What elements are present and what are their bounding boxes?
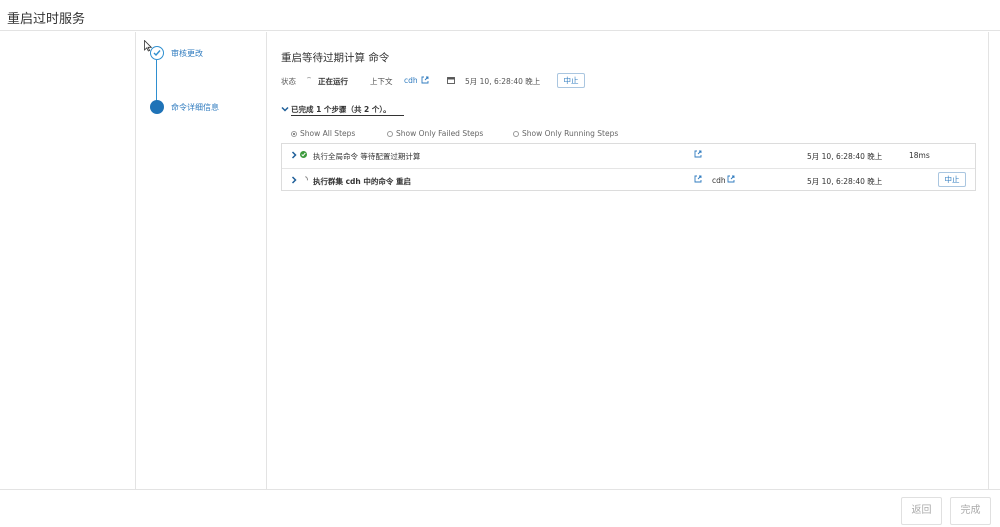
page-title: 重启过时服务 (7, 12, 86, 27)
filter-failed-steps[interactable]: Show Only Failed Steps (387, 129, 483, 138)
radio-selected-icon[interactable] (291, 131, 297, 137)
external-link-icon[interactable] (421, 76, 429, 84)
mouse-cursor-icon (144, 40, 152, 52)
command-start-time: 5月 10, 6:28:40 晚上 (465, 77, 541, 86)
command-title: 重启等待过期计算 命令 (281, 52, 390, 64)
step-context-link[interactable]: cdh (712, 176, 726, 185)
finish-button[interactable]: 完成 (950, 497, 991, 525)
right-divider (988, 32, 989, 489)
radio-icon[interactable] (513, 131, 519, 137)
success-check-icon (300, 151, 307, 158)
filter-all-label: Show All Steps (300, 129, 356, 138)
external-link-icon[interactable] (694, 175, 702, 183)
wizard-step-details-dot-icon (150, 100, 164, 114)
step-name: 执行群集 cdh 中的命令 重启 (313, 177, 411, 186)
left-blank-pane (0, 32, 136, 489)
wizard-step-review-label[interactable]: 审核更改 (171, 48, 203, 59)
context-link[interactable]: cdh (404, 76, 418, 85)
external-link-icon[interactable] (694, 150, 702, 158)
step-time: 5月 10, 6:28:40 晚上 (807, 177, 883, 186)
status-value: 正在运行 (318, 77, 348, 86)
external-link-icon[interactable] (727, 175, 735, 183)
table-row[interactable]: 执行群集 cdh 中的命令 重启 cdh 5月 10, 6:28:40 晚上 中… (282, 168, 975, 191)
filter-all-steps[interactable]: Show All Steps (291, 129, 355, 138)
window-header: 重启过时服务 (0, 0, 1000, 31)
table-row[interactable]: 执行全局命令 等待配置过期计算 5月 10, 6:28:40 晚上 18ms (282, 144, 975, 167)
command-details-pane: 重启等待过期计算 命令 状态 正在运行 上下文 cdh 5月 10, 6:28:… (267, 32, 988, 489)
running-spinner-icon (306, 77, 312, 83)
abort-command-button[interactable]: 中止 (557, 73, 585, 88)
wizard-steps-pane: 审核更改 命令详细信息 (136, 32, 267, 489)
calendar-icon (447, 77, 455, 84)
summary-underline (291, 115, 404, 116)
filter-running-label: Show Only Running Steps (522, 129, 619, 138)
running-spinner-icon (299, 174, 310, 185)
step-name: 执行全局命令 等待配置过期计算 (313, 152, 421, 161)
filter-failed-label: Show Only Failed Steps (396, 129, 484, 138)
status-label: 状态 (281, 77, 296, 86)
chevron-right-icon[interactable] (291, 176, 297, 184)
filter-running-steps[interactable]: Show Only Running Steps (513, 129, 618, 138)
wizard-footer: 返回 完成 (0, 489, 1000, 527)
wizard-step-review-check-icon[interactable] (150, 46, 164, 60)
wizard-step-details-label[interactable]: 命令详细信息 (171, 102, 219, 113)
context-label: 上下文 (370, 77, 393, 86)
chevron-right-icon[interactable] (291, 151, 297, 159)
steps-table: 执行全局命令 等待配置过期计算 5月 10, 6:28:40 晚上 18ms 执… (281, 143, 976, 191)
abort-step-button[interactable]: 中止 (938, 172, 966, 187)
back-button[interactable]: 返回 (901, 497, 942, 525)
steps-summary-text: 已完成 1 个步骤（共 2 个）。 (291, 105, 391, 114)
chevron-down-icon (281, 106, 289, 112)
radio-icon[interactable] (387, 131, 393, 137)
step-time: 5月 10, 6:28:40 晚上 (807, 152, 883, 161)
step-duration: 18ms (909, 151, 930, 160)
